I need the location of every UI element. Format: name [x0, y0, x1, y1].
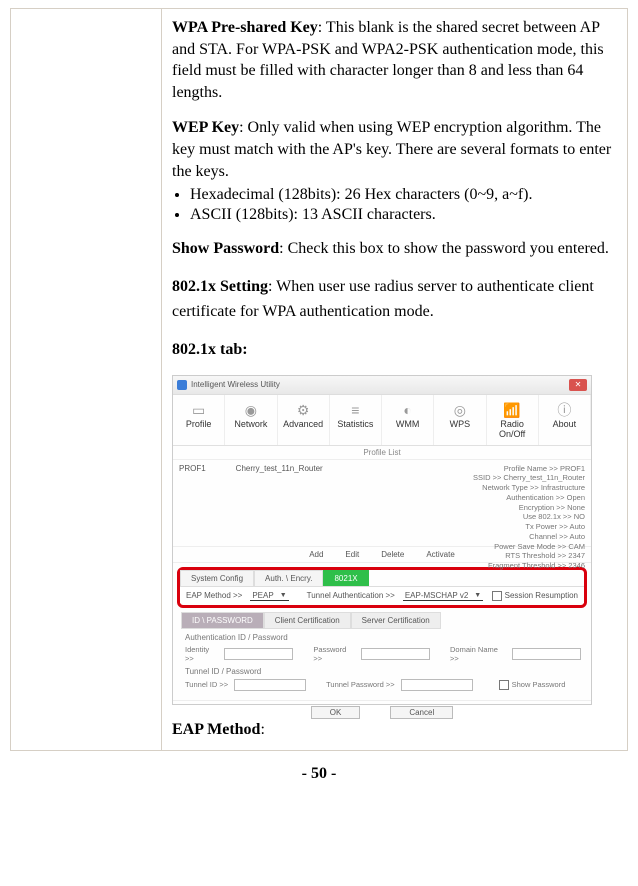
tab-profile[interactable]: ▭Profile — [173, 395, 225, 445]
profile-icon: ▭ — [175, 403, 222, 417]
wep-bullets: Hexadecimal (128bits): 26 Hex characters… — [190, 186, 617, 224]
cancel-button[interactable]: Cancel — [390, 706, 453, 719]
tunnel-id-label: Tunnel ID >> — [185, 680, 228, 689]
show-password-option[interactable]: Show Password — [499, 680, 566, 690]
top-tabs: ▭Profile ◉Network ⚙Advanced ≡Statistics … — [173, 395, 591, 446]
domain-input[interactable] — [512, 648, 581, 660]
wep-label: WEP Key — [172, 119, 239, 136]
wmm-icon: ◐ — [384, 403, 431, 417]
show-password-para: Show Password: Check this box to show th… — [172, 238, 617, 260]
chevron-down-icon: ▼ — [474, 592, 481, 599]
identity-input[interactable] — [224, 648, 293, 660]
titlebar: Intelligent Wireless Utility ✕ — [173, 376, 591, 395]
domain-label: Domain Name >> — [450, 645, 506, 663]
8021x-tab-heading: 802.1x tab: — [172, 339, 617, 361]
profile-list-header: Profile List — [173, 446, 591, 460]
tab-radio[interactable]: 📶Radio On/Off — [487, 395, 539, 445]
id-tabs: ID \ PASSWORD Client Certification Serve… — [181, 612, 591, 629]
tunnel-section-label: Tunnel ID / Password — [185, 667, 581, 676]
show-password-label: Show Password — [172, 240, 279, 257]
chevron-down-icon: ▼ — [280, 592, 287, 599]
tab-about[interactable]: ⓘAbout — [539, 395, 591, 445]
delete-button[interactable]: Delete — [381, 550, 404, 559]
ok-button[interactable]: OK — [311, 706, 361, 719]
eap-method-row-label: EAP Method >> — [186, 591, 242, 600]
eap-row: EAP Method >> PEAP▼ Tunnel Authenticatio… — [180, 586, 584, 603]
edit-button[interactable]: Edit — [345, 550, 359, 559]
network-icon: ◉ — [227, 403, 274, 417]
show-password-checkbox[interactable] — [499, 680, 509, 690]
profile-ssid: Cherry_test_11n_Router — [236, 464, 323, 542]
tab-wmm[interactable]: ◐WMM — [382, 395, 434, 445]
tunnel-auth-dropdown[interactable]: EAP-MSCHAP v2▼ — [403, 591, 483, 601]
subtab-auth-encry[interactable]: Auth. \ Encry. — [254, 570, 323, 586]
window-title: Intelligent Wireless Utility — [191, 380, 280, 389]
about-icon: ⓘ — [541, 403, 588, 417]
password-input[interactable] — [361, 648, 430, 660]
close-button[interactable]: ✕ — [569, 379, 587, 391]
bullet-hex: Hexadecimal (128bits): 26 Hex characters… — [190, 186, 617, 204]
tab-statistics[interactable]: ≡Statistics — [330, 395, 382, 445]
utility-window: Intelligent Wireless Utility ✕ ▭Profile … — [172, 375, 592, 705]
tab-wps[interactable]: ◎WPS — [434, 395, 486, 445]
sidebar-cell — [11, 9, 162, 751]
identity-label: Identity >> — [185, 645, 218, 663]
tab-client-cert[interactable]: Client Certification — [264, 612, 351, 629]
tab-server-cert[interactable]: Server Certification — [351, 612, 441, 629]
tunnel-password-label: Tunnel Password >> — [326, 680, 395, 689]
session-resumption-option[interactable]: Session Resumption — [492, 591, 578, 601]
radio-icon: 📶 — [489, 403, 536, 417]
dialog-buttons: OK Cancel — [173, 700, 591, 724]
tab-id-password[interactable]: ID \ PASSWORD — [181, 612, 264, 629]
page-number: - 50 - — [10, 765, 628, 783]
highlighted-area: System Config Auth. \ Encry. 8021X EAP M… — [177, 567, 587, 608]
wep-para: WEP Key: Only valid when using WEP encry… — [172, 117, 617, 182]
activate-button[interactable]: Activate — [426, 550, 454, 559]
eap-method-dropdown[interactable]: PEAP▼ — [250, 591, 288, 601]
config-subtabs: System Config Auth. \ Encry. 8021X — [180, 570, 584, 586]
wps-icon: ◎ — [436, 403, 483, 417]
auth-id-section-label: Authentication ID / Password — [185, 633, 581, 642]
tunnel-id-input[interactable] — [234, 679, 306, 691]
8021x-setting-label: 802.1x Setting — [172, 278, 268, 295]
session-resumption-checkbox[interactable] — [492, 591, 502, 601]
bullet-ascii: ASCII (128bits): 13 ASCII characters. — [190, 206, 617, 224]
wpa-psk-label: WPA Pre-shared Key — [172, 19, 318, 36]
statistics-icon: ≡ — [332, 403, 379, 417]
app-icon — [177, 380, 187, 390]
tunnel-password-input[interactable] — [401, 679, 473, 691]
password-label: Password >> — [313, 645, 355, 663]
wpa-psk-para: WPA Pre-shared Key: This blank is the sh… — [172, 17, 617, 103]
profile-list[interactable]: PROF1 Cherry_test_11n_Router — [173, 460, 375, 546]
content-cell: WPA Pre-shared Key: This blank is the sh… — [162, 9, 628, 751]
credentials-form: Authentication ID / Password Identity >>… — [173, 629, 591, 696]
add-button[interactable]: Add — [309, 550, 323, 559]
subtab-8021x[interactable]: 8021X — [323, 570, 368, 586]
8021x-setting-para: 802.1x Setting: When user use radius ser… — [172, 274, 617, 325]
tunnel-auth-label: Tunnel Authentication >> — [307, 591, 395, 600]
tab-network[interactable]: ◉Network — [225, 395, 277, 445]
profile-name: PROF1 — [179, 464, 206, 542]
profile-details: Profile Name >> PROF1 SSID >> Cherry_tes… — [375, 460, 591, 546]
tab-advanced[interactable]: ⚙Advanced — [278, 395, 330, 445]
subtab-system-config[interactable]: System Config — [180, 570, 254, 586]
profile-main-row: PROF1 Cherry_test_11n_Router Profile Nam… — [173, 460, 591, 547]
show-password-text: : Check this box to show the password yo… — [279, 240, 609, 257]
layout-table: WPA Pre-shared Key: This blank is the sh… — [10, 8, 628, 751]
advanced-icon: ⚙ — [280, 403, 327, 417]
